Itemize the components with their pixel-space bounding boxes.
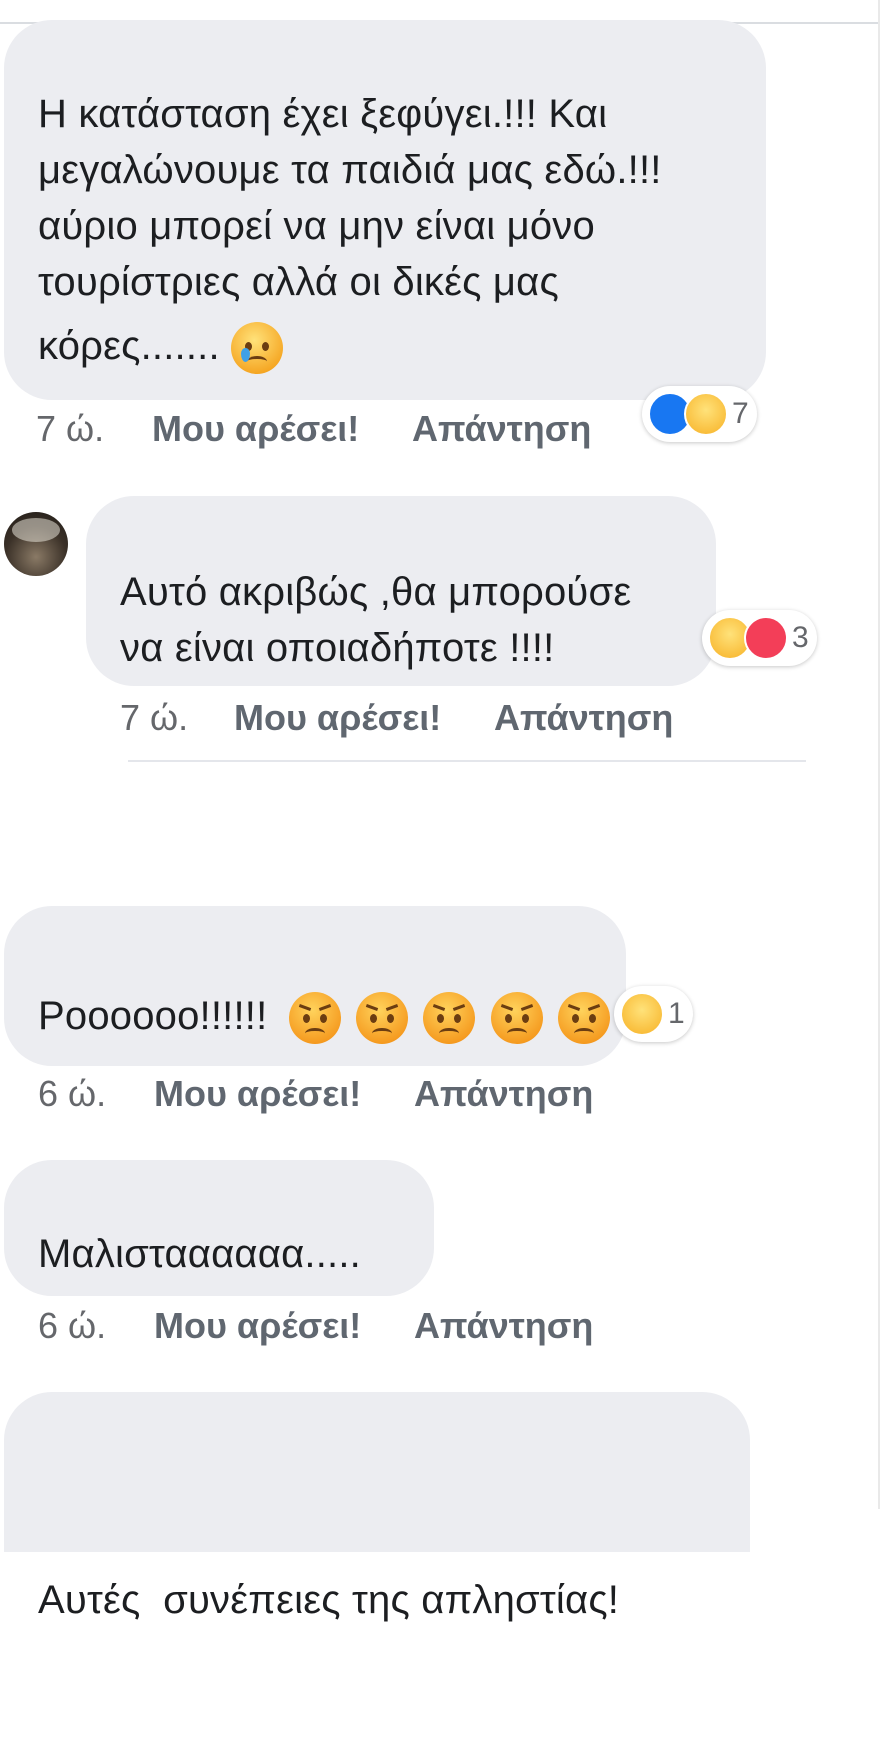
comment-bubble[interactable]: Μαλισταααααα.....: [4, 1160, 434, 1296]
comment-meta: 6 ώ. Μου αρέσει! Απάντηση: [38, 1073, 638, 1117]
comment-time: 6 ώ.: [38, 1305, 107, 1346]
comment-time: 7 ώ.: [36, 408, 105, 449]
avatar[interactable]: [4, 512, 68, 576]
reaction-count: 7: [732, 397, 749, 430]
reply-link[interactable]: Απάντηση: [494, 697, 673, 739]
reaction-summary[interactable]: 1: [614, 986, 693, 1042]
comment-text-line: κόρες.......: [38, 318, 662, 375]
reaction-summary[interactable]: 7: [642, 386, 757, 442]
comment-bubble[interactable]: Η κατάσταση έχει ξεφύγει.!!! Και μεγαλών…: [4, 20, 766, 400]
angry-face-icon: [490, 992, 543, 1045]
comment-text-line: Ροοοοοο!!!!!!: [38, 994, 268, 1038]
comment-text-line: τουρίστριες αλλά οι δικές μας: [38, 260, 559, 304]
reaction-count: 1: [668, 997, 685, 1030]
reaction-count: 3: [792, 621, 809, 654]
reaction-summary[interactable]: 3: [702, 610, 817, 666]
comment-text-line: αύριο μπορεί να μην είναι μόνο: [38, 204, 595, 248]
comment-text-line: να είναι οποιαδήποτε !!!!: [120, 626, 555, 670]
reply-link[interactable]: Απάντηση: [414, 1073, 593, 1115]
like-link[interactable]: Μου αρέσει!: [154, 1305, 361, 1347]
sad-reaction-icon: [620, 992, 664, 1036]
angry-face-icon: [423, 992, 476, 1045]
like-link[interactable]: Μου αρέσει!: [154, 1073, 361, 1115]
reply-link[interactable]: Απάντηση: [414, 1305, 593, 1347]
angry-face-icon: [558, 992, 611, 1045]
comment-bubble[interactable]: Ροοοοοο!!!!!!: [4, 906, 626, 1066]
reply-link[interactable]: Απάντηση: [412, 408, 591, 450]
comment-text-line: Αυτές συνέπειες της απληστίας!: [38, 1578, 620, 1622]
comment-text-line: Η κατάσταση έχει ξεφύγει.!!! Και: [38, 92, 608, 136]
like-link[interactable]: Μου αρέσει!: [234, 697, 441, 739]
comment-time: 7 ώ.: [120, 697, 189, 738]
comment-meta: 7 ώ. Μου αρέσει! Απάντηση: [36, 408, 636, 452]
crying-face-icon: [231, 322, 284, 375]
comment-text-line: μεγαλώνουμε τα παιδιά μας εδώ.!!!: [38, 148, 662, 192]
comment-bubble[interactable]: Αυτό ακριβώς ,θα μπορούσε να είναι οποια…: [86, 496, 716, 686]
love-reaction-icon: [744, 616, 788, 660]
angry-face-icon: [356, 992, 409, 1045]
like-link[interactable]: Μου αρέσει!: [152, 408, 359, 450]
angry-face-icon: [288, 992, 341, 1045]
comment-bubble[interactable]: Αυτές συνέπειες της απληστίας!: [4, 1392, 750, 1622]
comment-text-line: Μαλισταααααα.....: [38, 1232, 361, 1276]
comment-text-line: Αυτό ακριβώς ,θα μπορούσε: [120, 570, 632, 614]
comment-meta: 7 ώ. Μου αρέσει! Απάντηση: [120, 697, 720, 741]
comment-meta: 6 ώ. Μου αρέσει! Απάντηση: [38, 1305, 638, 1349]
comment-time: 6 ώ.: [38, 1073, 107, 1114]
sad-reaction-icon: [684, 392, 728, 436]
thread-divider: [128, 760, 806, 762]
